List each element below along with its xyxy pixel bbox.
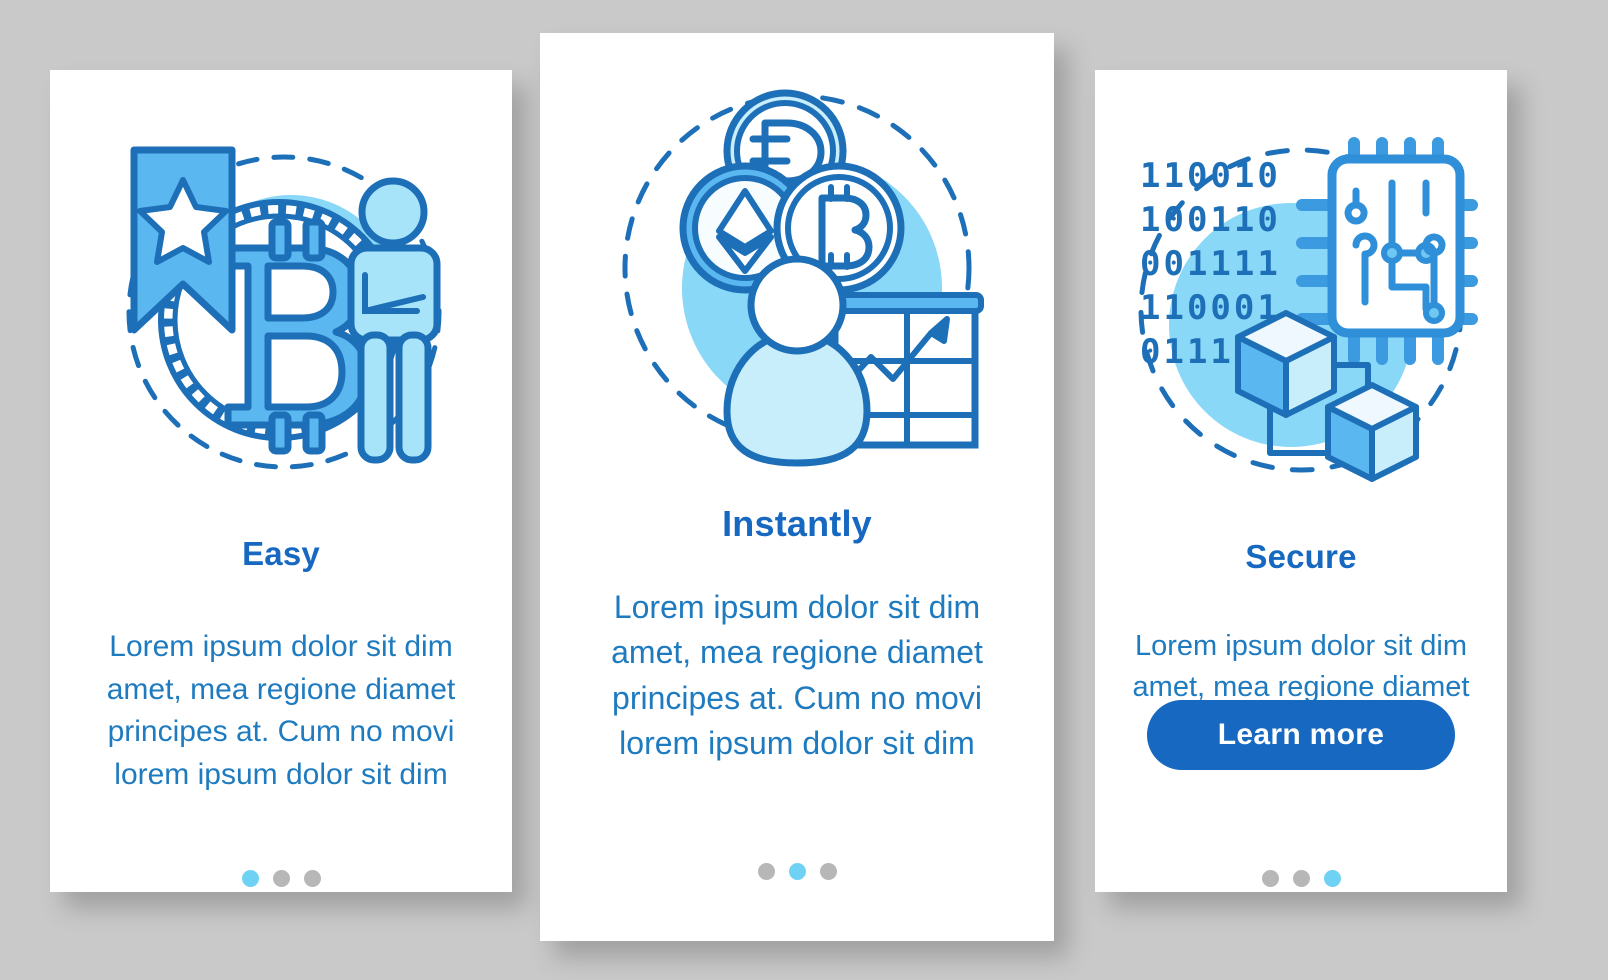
binary-row-2: 100110: [1140, 200, 1281, 240]
pagination-dots[interactable]: [1095, 870, 1507, 887]
pagination-dot-2[interactable]: [1292, 870, 1310, 887]
binary-row-3: 001111: [1140, 244, 1281, 284]
pagination-dot-2[interactable]: [272, 870, 290, 887]
onboarding-card-easy[interactable]: Easy Lorem ipsum dolor sit dim amet, mea…: [50, 70, 512, 892]
learn-more-button[interactable]: Learn more: [1147, 700, 1455, 770]
card-body-text: Lorem ipsum dolor sit dim amet, mea regi…: [106, 630, 456, 791]
pagination-dot-3[interactable]: [1323, 870, 1341, 887]
pagination-dot-1[interactable]: [241, 870, 259, 887]
pagination-dot-3[interactable]: [819, 863, 837, 880]
crypto-coins-person-chart-illustration: [540, 63, 1054, 483]
pagination-dot-1[interactable]: [757, 863, 775, 880]
bitcoin-bookmark-person-illustration: [50, 110, 512, 510]
pagination-dots[interactable]: [540, 863, 1054, 880]
cube-icon-1: [1235, 310, 1337, 418]
card-title: Secure: [1245, 538, 1357, 575]
card-title: Easy: [242, 535, 320, 572]
card-body-text: Lorem ipsum dolor sit dim amet, mea regi…: [611, 589, 983, 762]
pagination-dot-1[interactable]: [1261, 870, 1279, 887]
onboarding-screens-stage: Easy Lorem ipsum dolor sit dim amet, mea…: [0, 0, 1608, 980]
binary-microchip-blocks-illustration: 110010 100110 001111 110001 011110: [1095, 115, 1507, 505]
binary-row-4: 110001: [1140, 288, 1281, 328]
binary-row-1: 110010: [1140, 156, 1281, 196]
onboarding-card-instantly[interactable]: Instantly Lorem ipsum dolor sit dim amet…: [540, 33, 1054, 941]
pagination-dots[interactable]: [50, 870, 512, 887]
cube-icon-2: [1325, 382, 1419, 482]
pagination-dot-3[interactable]: [303, 870, 321, 887]
onboarding-card-secure[interactable]: 110010 100110 001111 110001 011110 Secur…: [1095, 70, 1507, 892]
pagination-dot-2[interactable]: [788, 863, 806, 880]
card-title: Instantly: [722, 503, 872, 544]
card-body-text: Lorem ipsum dolor sit dim amet, mea regi…: [1132, 630, 1470, 704]
